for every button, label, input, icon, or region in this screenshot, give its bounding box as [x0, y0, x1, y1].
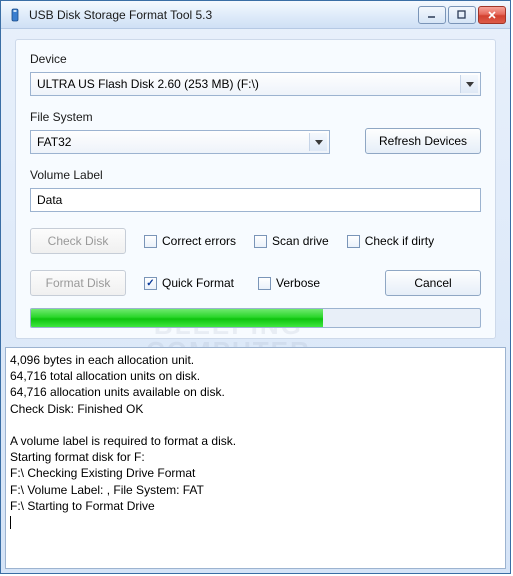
window-controls	[418, 6, 506, 24]
checkbox-label: Quick Format	[162, 276, 234, 290]
correct-errors-checkbox[interactable]: Correct errors	[144, 234, 236, 248]
device-selected: ULTRA US Flash Disk 2.60 (253 MB) (F:\)	[37, 77, 259, 91]
checkbox-label: Scan drive	[272, 234, 329, 248]
close-button[interactable]	[478, 6, 506, 24]
filesystem-label: File System	[30, 110, 330, 124]
log-output[interactable]: 4,096 bytes in each allocation unit. 64,…	[5, 347, 506, 569]
device-dropdown[interactable]: ULTRA US Flash Disk 2.60 (253 MB) (F:\)	[30, 72, 481, 96]
verbose-checkbox[interactable]: Verbose	[258, 276, 320, 290]
minimize-button[interactable]	[418, 6, 446, 24]
app-icon	[7, 7, 23, 23]
scan-drive-checkbox[interactable]: Scan drive	[254, 234, 329, 248]
settings-panel: BLEEPING COMPUTER Device ULTRA US Flash …	[15, 39, 496, 339]
progress-fill	[31, 309, 323, 327]
titlebar: USB Disk Storage Format Tool 5.3	[1, 1, 510, 29]
text-cursor	[10, 516, 11, 529]
checkbox-icon	[347, 235, 360, 248]
progress-bar	[30, 308, 481, 328]
checkbox-icon	[258, 277, 271, 290]
log-text: 4,096 bytes in each allocation unit. 64,…	[10, 353, 236, 513]
chevron-down-icon	[460, 75, 478, 93]
chevron-down-icon	[309, 133, 327, 151]
checkbox-label: Correct errors	[162, 234, 236, 248]
checkbox-label: Verbose	[276, 276, 320, 290]
checkbox-icon: ✓	[144, 277, 157, 290]
filesystem-dropdown[interactable]: FAT32	[30, 130, 330, 154]
check-disk-button[interactable]: Check Disk	[30, 228, 126, 254]
checkbox-icon	[144, 235, 157, 248]
check-dirty-checkbox[interactable]: Check if dirty	[347, 234, 434, 248]
checkbox-icon	[254, 235, 267, 248]
volume-label-label: Volume Label	[30, 168, 481, 182]
refresh-devices-button[interactable]: Refresh Devices	[365, 128, 481, 154]
format-disk-button[interactable]: Format Disk	[30, 270, 126, 296]
volume-label-input[interactable]	[30, 188, 481, 212]
window-title: USB Disk Storage Format Tool 5.3	[29, 8, 418, 22]
app-window: USB Disk Storage Format Tool 5.3 BLEEPIN…	[0, 0, 511, 574]
quick-format-checkbox[interactable]: ✓ Quick Format	[144, 276, 234, 290]
device-label: Device	[30, 52, 481, 66]
maximize-button[interactable]	[448, 6, 476, 24]
checkbox-label: Check if dirty	[365, 234, 434, 248]
cancel-button[interactable]: Cancel	[385, 270, 481, 296]
filesystem-selected: FAT32	[37, 135, 71, 149]
main-content: BLEEPING COMPUTER Device ULTRA US Flash …	[1, 29, 510, 347]
